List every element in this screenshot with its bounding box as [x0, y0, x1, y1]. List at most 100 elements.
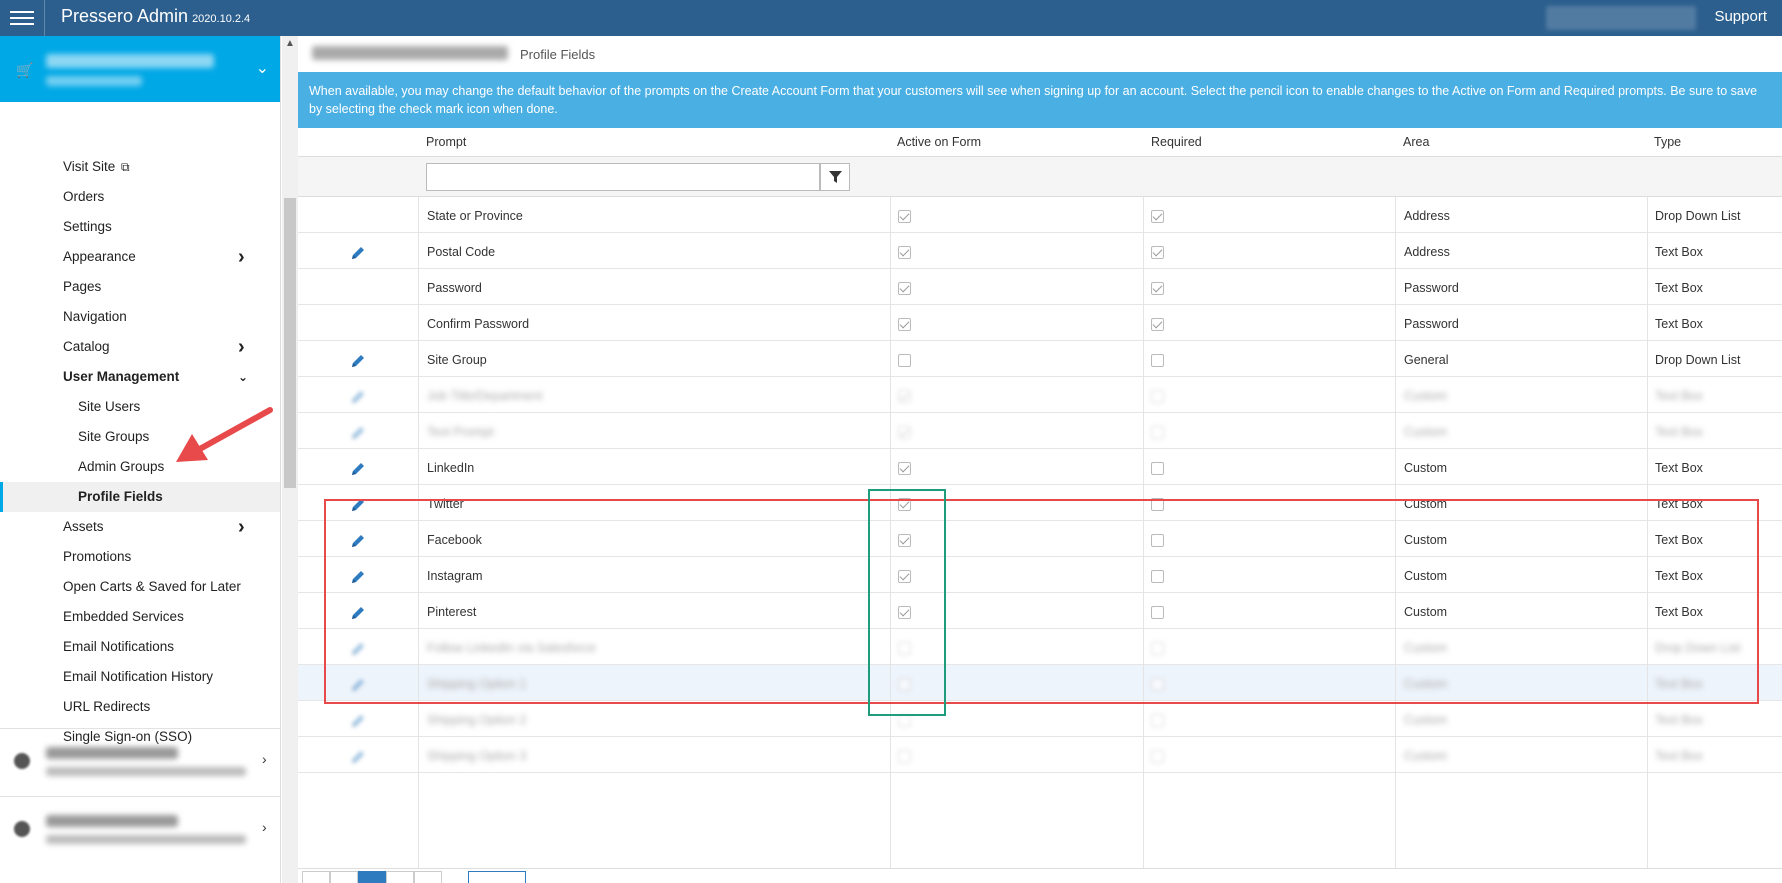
pencil-icon[interactable] [350, 497, 366, 513]
required-checkbox[interactable] [1151, 210, 1164, 223]
table-row[interactable]: Facebook Custom Text Box [298, 521, 1782, 557]
site-block-2[interactable]: › [0, 796, 280, 864]
pager-current[interactable] [358, 871, 386, 883]
pencil-icon[interactable] [350, 245, 366, 261]
sidebar-item-site-users[interactable]: Site Users [0, 392, 280, 422]
filter-button[interactable] [820, 163, 850, 191]
required-checkbox[interactable] [1151, 714, 1164, 727]
active-on-form-checkbox[interactable] [898, 318, 911, 331]
column-header-prompt[interactable]: Prompt [426, 135, 466, 149]
table-row[interactable]: Pinterest Custom Text Box [298, 593, 1782, 629]
user-menu[interactable] [1546, 6, 1696, 30]
sidebar-item-visit-site[interactable]: Visit Site ⧉ [0, 152, 280, 182]
sidebar-item-settings[interactable]: Settings [0, 212, 280, 242]
pencil-icon[interactable] [350, 425, 366, 441]
pencil-icon[interactable] [350, 533, 366, 549]
active-on-form-checkbox[interactable] [898, 678, 911, 691]
breadcrumb-site-blurred[interactable] [312, 46, 508, 60]
table-row[interactable]: Confirm Password Password Text Box [298, 305, 1782, 341]
pencil-icon[interactable] [350, 677, 366, 693]
column-header-type[interactable]: Type [1654, 135, 1681, 149]
pencil-icon[interactable] [350, 353, 366, 369]
menu-toggle-icon[interactable] [10, 7, 34, 29]
sidebar-item-catalog[interactable]: Catalog › [0, 332, 280, 362]
pager-next[interactable] [386, 871, 414, 883]
table-row[interactable]: Twitter Custom Text Box [298, 485, 1782, 521]
table-row[interactable]: Password Password Text Box [298, 269, 1782, 305]
table-row[interactable]: Site Group General Drop Down List [298, 341, 1782, 377]
scroll-up-icon[interactable]: ▲ [285, 38, 295, 49]
table-row[interactable]: Instagram Custom Text Box [298, 557, 1782, 593]
sidebar-item-email-notifications[interactable]: Email Notifications [0, 632, 280, 662]
sidebar-item-url-redirects[interactable]: URL Redirects [0, 692, 280, 722]
support-link[interactable]: Support [1714, 8, 1767, 25]
pencil-icon[interactable] [350, 605, 366, 621]
active-on-form-checkbox[interactable] [898, 606, 911, 619]
pager-first[interactable] [302, 871, 330, 883]
required-checkbox[interactable] [1151, 282, 1164, 295]
required-checkbox[interactable] [1151, 678, 1164, 691]
required-checkbox[interactable] [1151, 462, 1164, 475]
pencil-icon[interactable] [350, 461, 366, 477]
required-checkbox[interactable] [1151, 642, 1164, 655]
active-on-form-checkbox[interactable] [898, 354, 911, 367]
sidebar-item-user-management[interactable]: User Management ⌄ [0, 362, 280, 392]
table-row[interactable]: Shipping Option 2 Custom Text Box [298, 701, 1782, 737]
column-header-area[interactable]: Area [1403, 135, 1429, 149]
sidebar-item-email-notification-history[interactable]: Email Notification History [0, 662, 280, 692]
page-size-select[interactable] [468, 871, 526, 883]
required-checkbox[interactable] [1151, 246, 1164, 259]
active-on-form-checkbox[interactable] [898, 642, 911, 655]
required-checkbox[interactable] [1151, 750, 1164, 763]
active-on-form-checkbox[interactable] [898, 714, 911, 727]
sidebar-item-open-carts-saved-for-later[interactable]: Open Carts & Saved for Later [0, 572, 280, 602]
pager-prev[interactable] [330, 871, 358, 883]
active-on-form-checkbox[interactable] [898, 462, 911, 475]
table-row[interactable]: Job Title/Department Custom Text Box [298, 377, 1782, 413]
table-row[interactable]: Shipping Option 1 Custom Text Box [298, 665, 1782, 701]
active-on-form-checkbox[interactable] [898, 390, 911, 403]
pencil-icon[interactable] [350, 713, 366, 729]
required-checkbox[interactable] [1151, 606, 1164, 619]
sidebar-item-appearance[interactable]: Appearance › [0, 242, 280, 272]
required-checkbox[interactable] [1151, 570, 1164, 583]
table-row[interactable]: Text Prompt Custom Text Box [298, 413, 1782, 449]
sidebar-item-profile-fields[interactable]: Profile Fields [0, 482, 280, 512]
active-on-form-checkbox[interactable] [898, 210, 911, 223]
required-checkbox[interactable] [1151, 318, 1164, 331]
pager-last[interactable] [414, 871, 442, 883]
pencil-icon[interactable] [350, 641, 366, 657]
required-checkbox[interactable] [1151, 534, 1164, 547]
column-header-active[interactable]: Active on Form [897, 135, 981, 149]
prompt-filter-input[interactable] [426, 163, 820, 191]
active-on-form-checkbox[interactable] [898, 534, 911, 547]
site-selector[interactable]: 🛒 ⌄ [0, 36, 280, 102]
table-row[interactable]: Follow LinkedIn via Salesforce Custom Drop… [298, 629, 1782, 665]
active-on-form-checkbox[interactable] [898, 282, 911, 295]
sidebar-item-pages[interactable]: Pages [0, 272, 280, 302]
sidebar-item-promotions[interactable]: Promotions [0, 542, 280, 572]
required-checkbox[interactable] [1151, 498, 1164, 511]
pencil-icon[interactable] [350, 749, 366, 765]
sidebar-item-admin-groups[interactable]: Admin Groups [0, 452, 280, 482]
scrollbar-thumb[interactable] [284, 198, 296, 488]
sidebar-item-assets[interactable]: Assets › [0, 512, 280, 542]
table-row[interactable]: Postal Code Address Text Box [298, 233, 1782, 269]
table-row[interactable]: State or Province Address Drop Down List [298, 197, 1782, 233]
sidebar-scrollbar[interactable]: ▲ [282, 36, 298, 883]
sidebar-item-navigation[interactable]: Navigation [0, 302, 280, 332]
pencil-icon[interactable] [350, 389, 366, 405]
sidebar-item-site-groups[interactable]: Site Groups [0, 422, 280, 452]
active-on-form-checkbox[interactable] [898, 246, 911, 259]
sidebar-item-embedded-services[interactable]: Embedded Services [0, 602, 280, 632]
site-block-1[interactable]: › [0, 728, 280, 796]
column-header-required[interactable]: Required [1151, 135, 1202, 149]
active-on-form-checkbox[interactable] [898, 570, 911, 583]
required-checkbox[interactable] [1151, 426, 1164, 439]
sidebar-item-orders[interactable]: Orders [0, 182, 280, 212]
active-on-form-checkbox[interactable] [898, 750, 911, 763]
required-checkbox[interactable] [1151, 354, 1164, 367]
active-on-form-checkbox[interactable] [898, 426, 911, 439]
pencil-icon[interactable] [350, 569, 366, 585]
table-row[interactable]: Shipping Option 3 Custom Text Box [298, 737, 1782, 773]
